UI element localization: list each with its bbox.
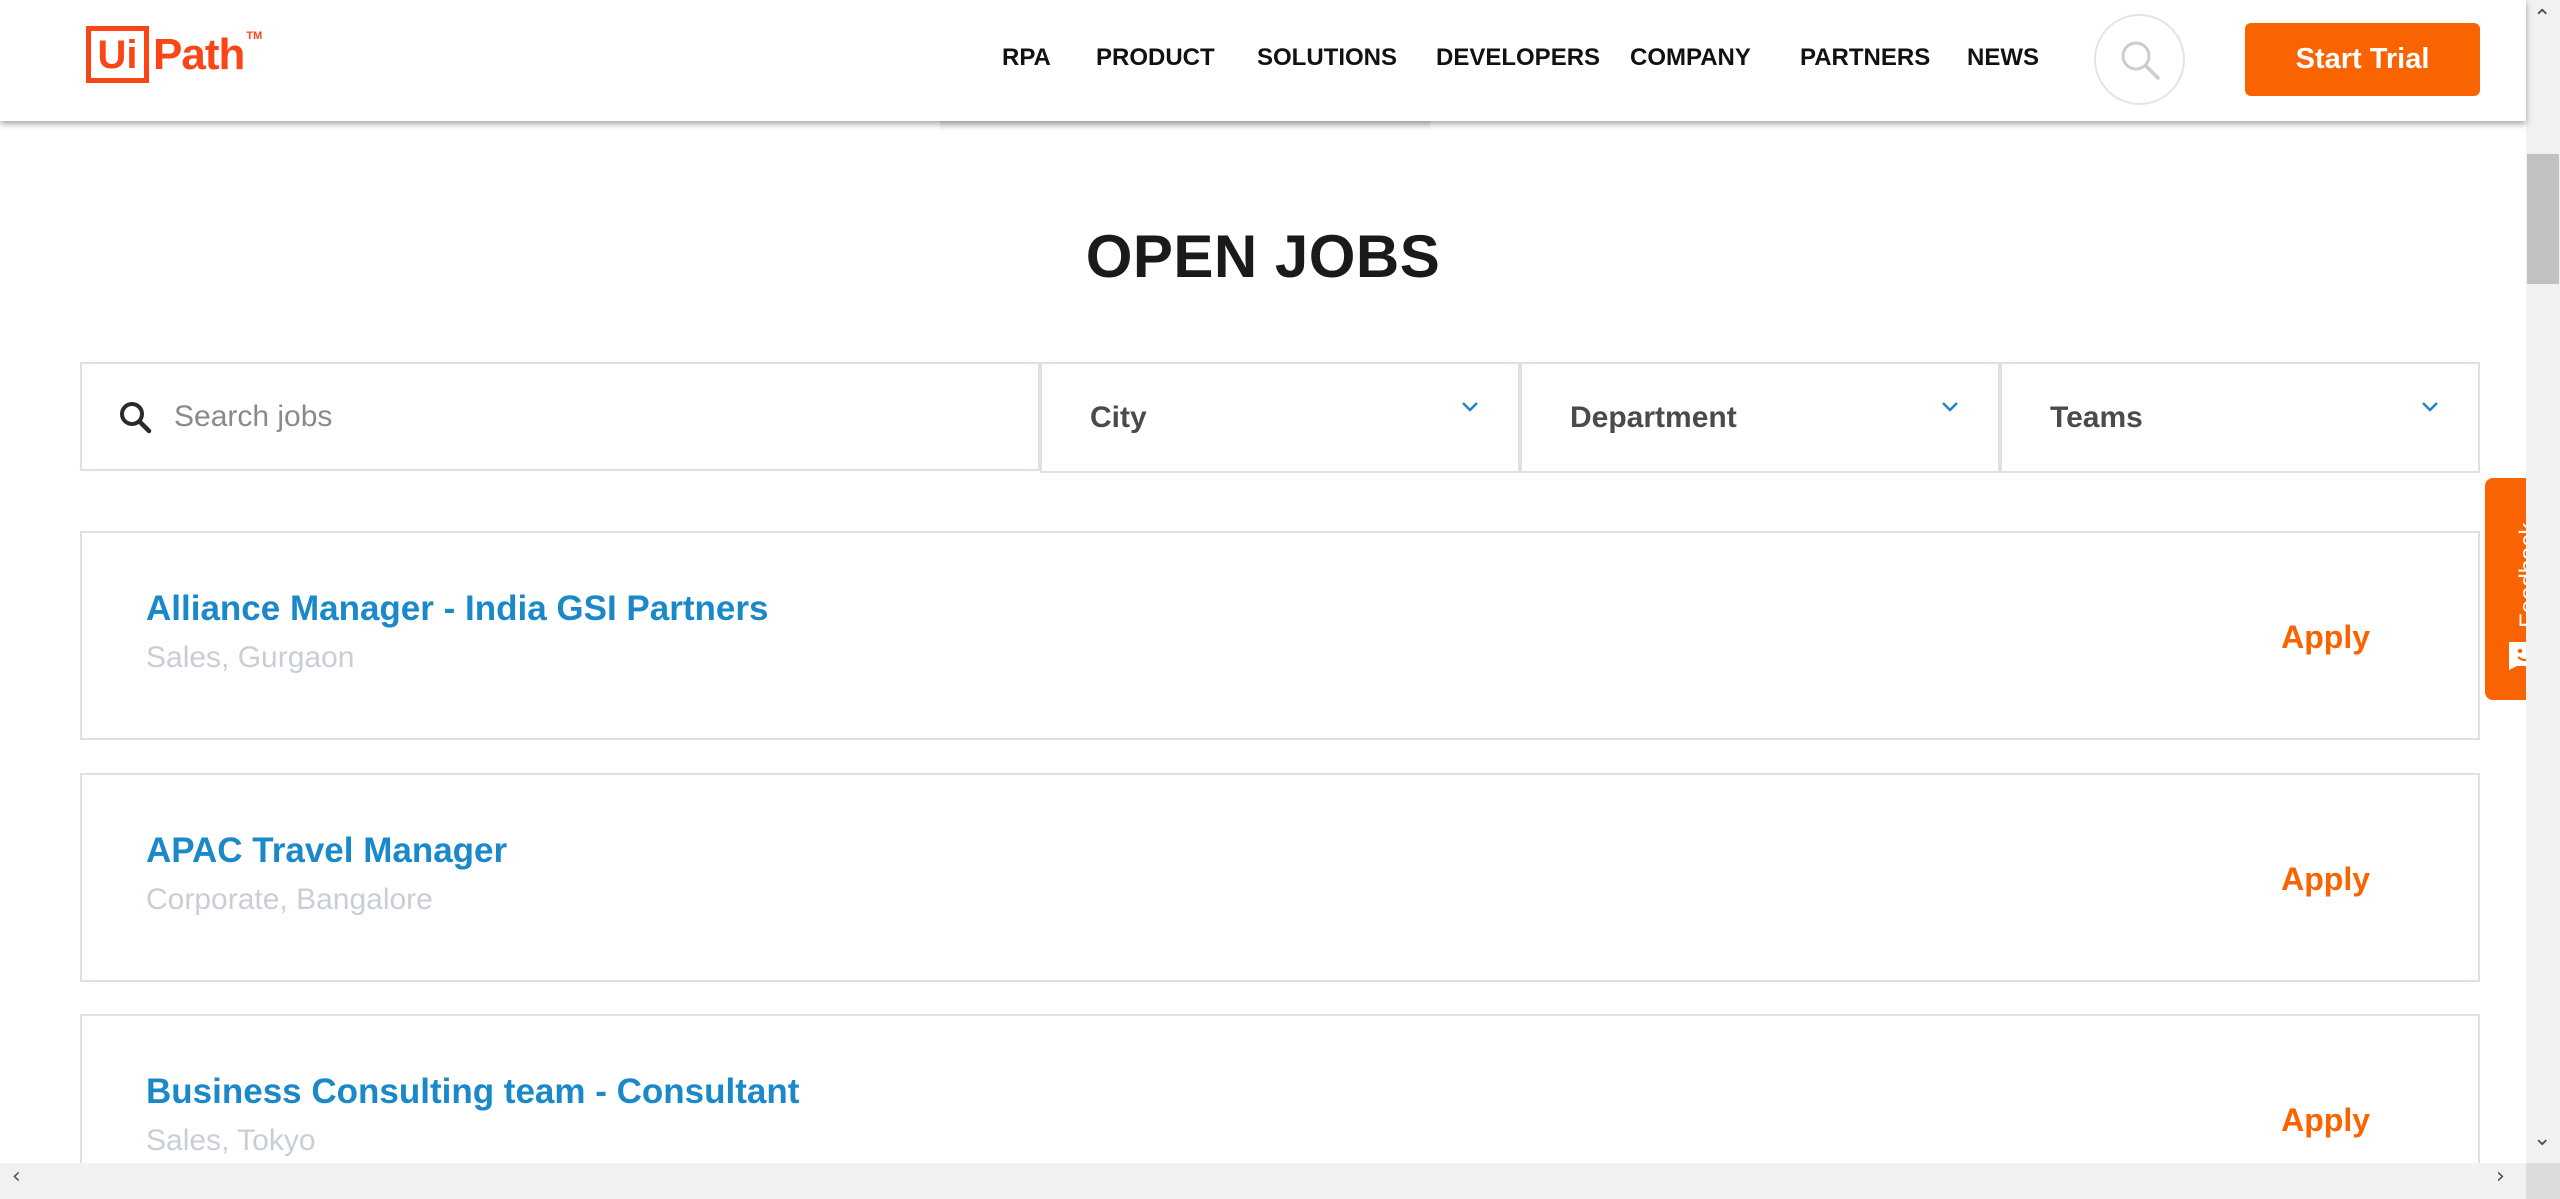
scroll-right-arrow-icon[interactable]: › (2496, 1164, 2505, 1189)
logo-trademark: TM (246, 30, 263, 42)
nav-partners[interactable]: PARTNERS (1800, 44, 1930, 72)
nav-rpa[interactable]: RPA (1002, 44, 1051, 72)
scroll-left-arrow-icon[interactable]: ‹ (12, 1164, 21, 1189)
apply-link[interactable]: Apply (2281, 619, 2370, 656)
job-meta: Sales, Tokyo (146, 1124, 316, 1157)
nav-dropdown-shadow (940, 121, 1430, 131)
scroll-down-arrow-icon[interactable]: ⌄ (2533, 1126, 2551, 1151)
department-filter-select[interactable]: Department (1520, 362, 2000, 473)
department-filter-label: Department (1570, 400, 1737, 434)
chevron-down-icon (1462, 402, 1478, 412)
city-filter-select[interactable]: City (1040, 362, 1520, 473)
nav-company[interactable]: COMPANY (1630, 44, 1751, 72)
job-title-link[interactable]: Alliance Manager - India GSI Partners (146, 589, 768, 629)
horizontal-scrollbar[interactable] (0, 1163, 2526, 1199)
job-search-box (80, 362, 1040, 471)
apply-link[interactable]: Apply (2281, 1102, 2370, 1139)
scroll-up-arrow-icon[interactable]: ⌃ (2533, 6, 2551, 31)
vertical-scrollbar-thumb[interactable] (2527, 154, 2559, 284)
site-header: Ui Path TM RPA PRODUCT SOLUTIONS DEVELOP… (0, 0, 2526, 121)
search-icon (120, 401, 152, 433)
page-title: OPEN JOBS (1085, 223, 1441, 290)
job-meta: Corporate, Bangalore (146, 883, 433, 916)
teams-filter-label: Teams (2050, 400, 2143, 434)
nav-news[interactable]: NEWS (1967, 44, 2039, 72)
job-search-input[interactable] (174, 399, 974, 434)
job-title-link[interactable]: APAC Travel Manager (146, 831, 507, 871)
logo-path-text: Path (153, 30, 245, 79)
teams-filter-select[interactable]: Teams (2000, 362, 2480, 473)
scrollbar-corner (2526, 1163, 2560, 1199)
city-filter-label: City (1090, 400, 1147, 434)
apply-link[interactable]: Apply (2281, 861, 2370, 898)
nav-solutions[interactable]: SOLUTIONS (1257, 44, 1397, 72)
job-card: Alliance Manager - India GSI Partners Sa… (80, 531, 2480, 740)
job-card: APAC Travel Manager Corporate, Bangalore… (80, 773, 2480, 982)
header-search-button[interactable] (2094, 14, 2185, 105)
job-title-link[interactable]: Business Consulting team - Consultant (146, 1072, 799, 1112)
nav-developers[interactable]: DEVELOPERS (1436, 44, 1600, 72)
logo-ui-box: Ui (86, 26, 149, 83)
uipath-logo[interactable]: Ui Path TM (86, 26, 262, 83)
search-icon (2121, 41, 2160, 80)
chevron-down-icon (2422, 402, 2438, 412)
chevron-down-icon (1942, 402, 1958, 412)
job-meta: Sales, Gurgaon (146, 641, 355, 674)
start-trial-button[interactable]: Start Trial (2245, 23, 2480, 96)
nav-product[interactable]: PRODUCT (1096, 44, 1215, 72)
